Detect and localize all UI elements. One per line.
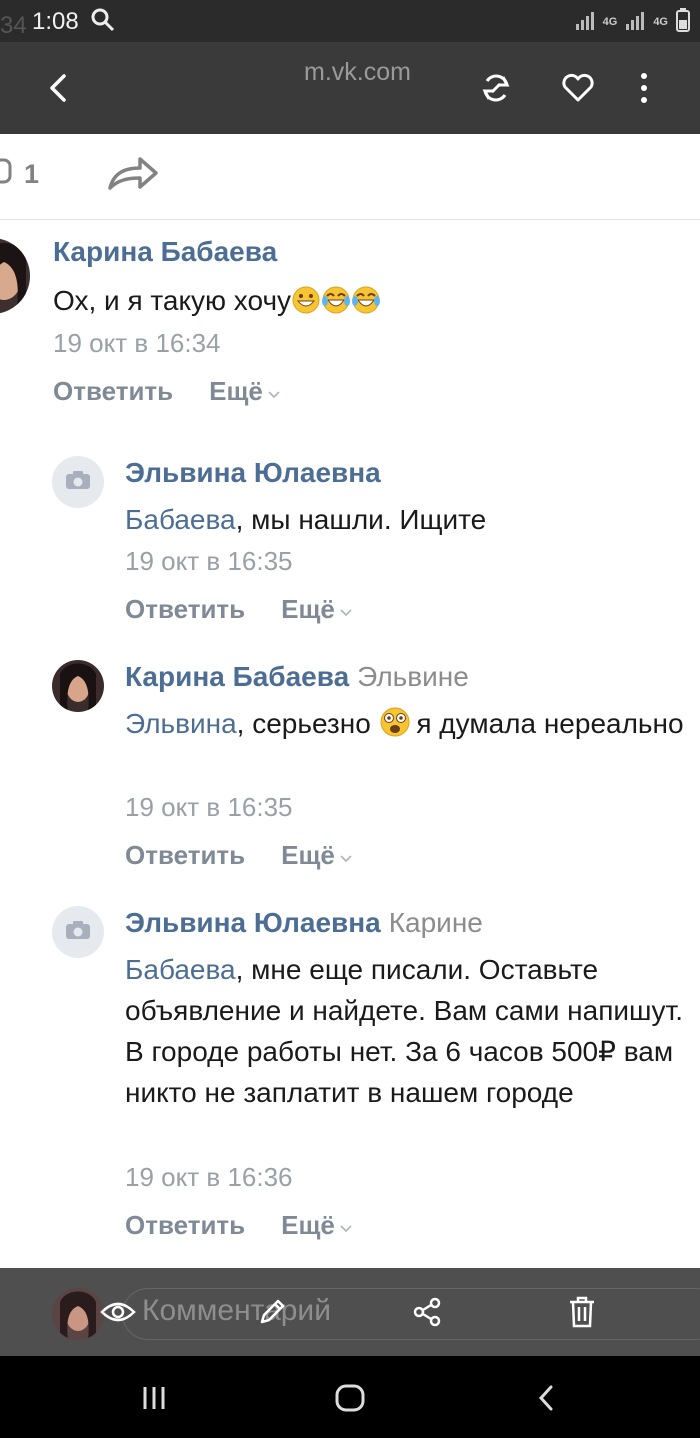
comment-input-placeholder: Комментарий <box>142 1294 331 1327</box>
comment-author[interactable]: Карина Бабаева Эльвине <box>125 661 469 693</box>
avatar[interactable] <box>52 906 104 958</box>
reply-button[interactable]: Ответить <box>53 376 173 407</box>
network-type-label-2: 4G <box>653 16 668 28</box>
comments-count: 1 <box>24 159 40 189</box>
reader-mode-icon[interactable] <box>474 66 518 110</box>
astonished-emoji <box>379 706 410 737</box>
home-icon[interactable] <box>328 1376 372 1420</box>
camera-icon <box>65 920 91 945</box>
trash-icon[interactable] <box>562 1292 602 1332</box>
mention-link[interactable]: Эльвина <box>125 708 237 739</box>
comment-author[interactable]: Карина Бабаева <box>53 236 277 268</box>
comment-date: 19 окт в 16:34 <box>53 328 221 358</box>
more-button[interactable]: Ещё <box>281 1210 353 1241</box>
comment-actions: Ответить Ещё <box>125 1210 353 1241</box>
avatar[interactable] <box>52 456 104 508</box>
status-bar: 34 1:08 4G 4G <box>0 0 700 42</box>
avatar[interactable] <box>0 238 30 314</box>
network-type-label: 4G <box>602 16 618 28</box>
reply-to-name[interactable]: Карине <box>389 907 483 938</box>
system-navigation-bar <box>0 1356 700 1438</box>
comment-actions: Ответить Ещё <box>125 594 353 625</box>
comment-actions: Ответить Ещё <box>125 840 353 871</box>
camera-icon <box>65 470 91 495</box>
avatar <box>52 1288 104 1340</box>
chevron-down-icon <box>267 376 281 407</box>
comment-author[interactable]: Эльвина Юлаевна <box>125 457 381 489</box>
more-button[interactable]: Ещё <box>281 594 353 625</box>
recent-apps-icon[interactable] <box>132 1376 176 1420</box>
system-back-icon[interactable] <box>524 1376 568 1420</box>
pencil-icon[interactable] <box>252 1292 292 1332</box>
comment-date: 19 окт в 16:35 <box>125 792 293 822</box>
reply-button[interactable]: Ответить <box>125 594 245 625</box>
signal-icon-2 <box>625 9 645 36</box>
status-ghost-text: 34 <box>0 12 27 39</box>
comment-composer-bar: Комментарий <box>0 1268 700 1356</box>
mention-link[interactable]: Бабаева <box>125 954 236 985</box>
chevron-down-icon <box>339 840 353 871</box>
signal-icon <box>575 9 595 36</box>
reply-button[interactable]: Ответить <box>125 840 245 871</box>
comment-text: Эльвина, серьезно я думала нереально <box>125 706 684 739</box>
comment-text: Бабаева, мне еще писали. Оставьте объявл… <box>125 954 683 1108</box>
more-button[interactable]: Ещё <box>209 376 281 407</box>
comment-text: Ох, и я такую хочу <box>53 280 618 321</box>
mention-link[interactable]: Бабаева <box>125 504 236 535</box>
laughing-tears-emoji <box>321 285 351 315</box>
share-arrow-icon[interactable] <box>106 154 160 199</box>
more-button[interactable]: Ещё <box>281 840 353 871</box>
comment-bubble-icon[interactable] <box>0 156 12 195</box>
eye-icon[interactable] <box>98 1292 138 1332</box>
comment-date: 19 окт в 16:35 <box>125 546 293 576</box>
search-icon <box>90 7 116 38</box>
comment-date: 19 окт в 16:36 <box>125 1162 293 1192</box>
reply-button[interactable]: Ответить <box>125 1210 245 1241</box>
more-vertical-icon[interactable] <box>622 66 666 110</box>
share-nodes-icon[interactable] <box>407 1292 447 1332</box>
grinning-emoji <box>291 285 321 315</box>
chevron-down-icon <box>339 1210 353 1241</box>
post-action-row: 1 <box>0 134 700 220</box>
battery-icon <box>676 8 690 37</box>
system-indicators: 4G 4G <box>575 8 690 37</box>
reply-to-name[interactable]: Эльвине <box>357 661 469 692</box>
browser-toolbar: m.vk.com <box>0 42 700 134</box>
comment-text: Бабаева, мы нашли. Ищите <box>125 504 487 535</box>
comment-author[interactable]: Эльвина Юлаевна Карине <box>125 907 483 939</box>
chevron-down-icon <box>339 594 353 625</box>
avatar[interactable] <box>52 660 104 712</box>
comment-actions: Ответить Ещё <box>53 376 281 407</box>
heart-icon[interactable] <box>556 66 600 110</box>
laughing-tears-emoji <box>351 285 381 315</box>
status-time: 1:08 <box>32 8 79 35</box>
